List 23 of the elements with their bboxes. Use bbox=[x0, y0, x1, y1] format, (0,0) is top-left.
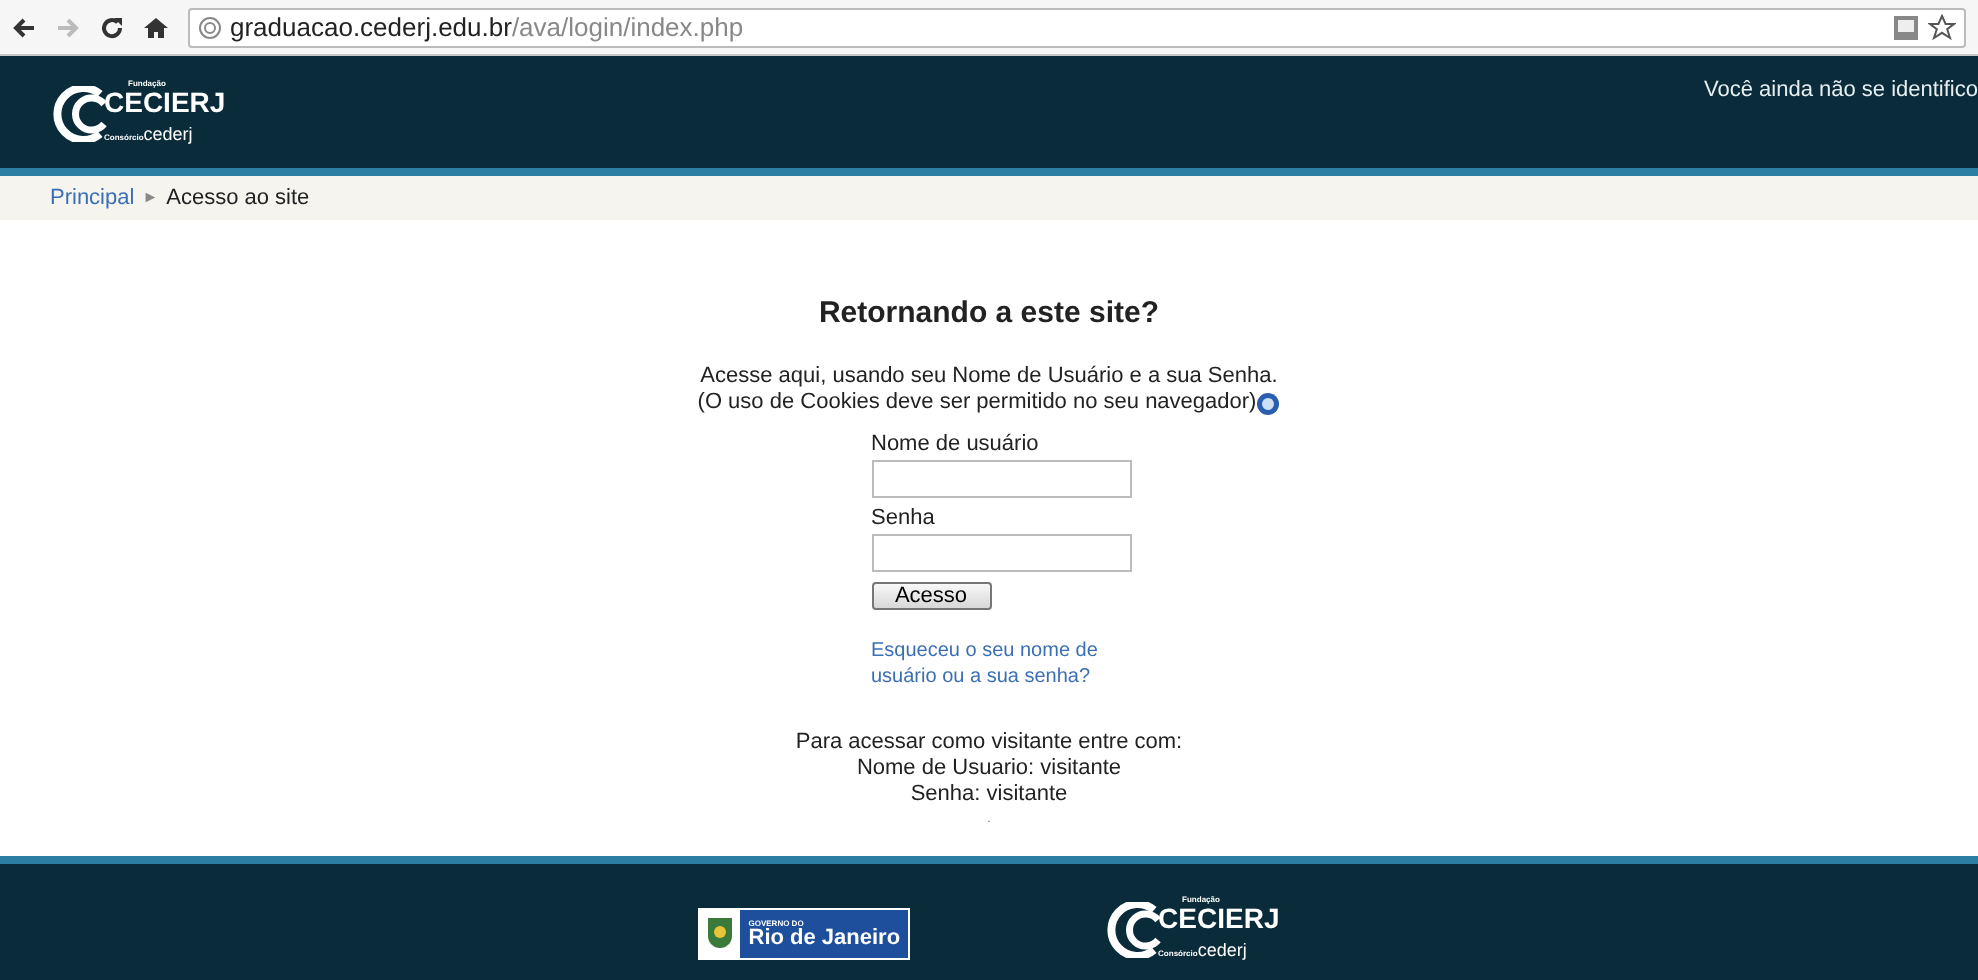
address-bar[interactable]: graduacao.cederj.edu.br/ava/login/index.php bbox=[188, 7, 1966, 47]
help-icon[interactable] bbox=[1256, 391, 1281, 415]
breadcrumb-current: Acesso ao site bbox=[166, 183, 310, 214]
breadcrumb-separator: ► bbox=[142, 186, 159, 210]
back-icon[interactable] bbox=[12, 15, 36, 39]
globe-icon bbox=[198, 15, 222, 39]
url-text: graduacao.cederj.edu.br/ava/login/index.php bbox=[230, 9, 744, 46]
login-button[interactable]: Acesso bbox=[871, 582, 991, 610]
field-label: Nome de usuário bbox=[871, 432, 1041, 458]
breadcrumb-link[interactable]: Principal bbox=[50, 181, 135, 215]
home-icon[interactable] bbox=[144, 15, 168, 39]
page-action-icon[interactable] bbox=[1892, 13, 1920, 41]
cookies-note: (O uso de Cookies deve ser permitido no seu navegador) bbox=[697, 390, 1257, 416]
forgot-link[interactable]: Esqueceu o seu nome de usuário ou a sua senha? bbox=[871, 638, 1131, 690]
login-title: Retornando a este site? bbox=[818, 296, 1160, 332]
reload-icon[interactable] bbox=[100, 15, 124, 39]
star-icon[interactable] bbox=[1928, 13, 1956, 41]
login-status: Você ainda não se identifico bbox=[1704, 76, 1978, 106]
intro-text: Acesse aqui, usando seu Nome de Usuário e a sua Senha. bbox=[700, 364, 1278, 390]
guest-info: Para acessar como visitante entre com: Nome de Usuario: visitante Senha: visitante bbox=[795, 730, 1183, 808]
field-label: Senha bbox=[871, 506, 937, 532]
password-field[interactable] bbox=[871, 534, 1131, 572]
username-field[interactable] bbox=[871, 460, 1131, 498]
